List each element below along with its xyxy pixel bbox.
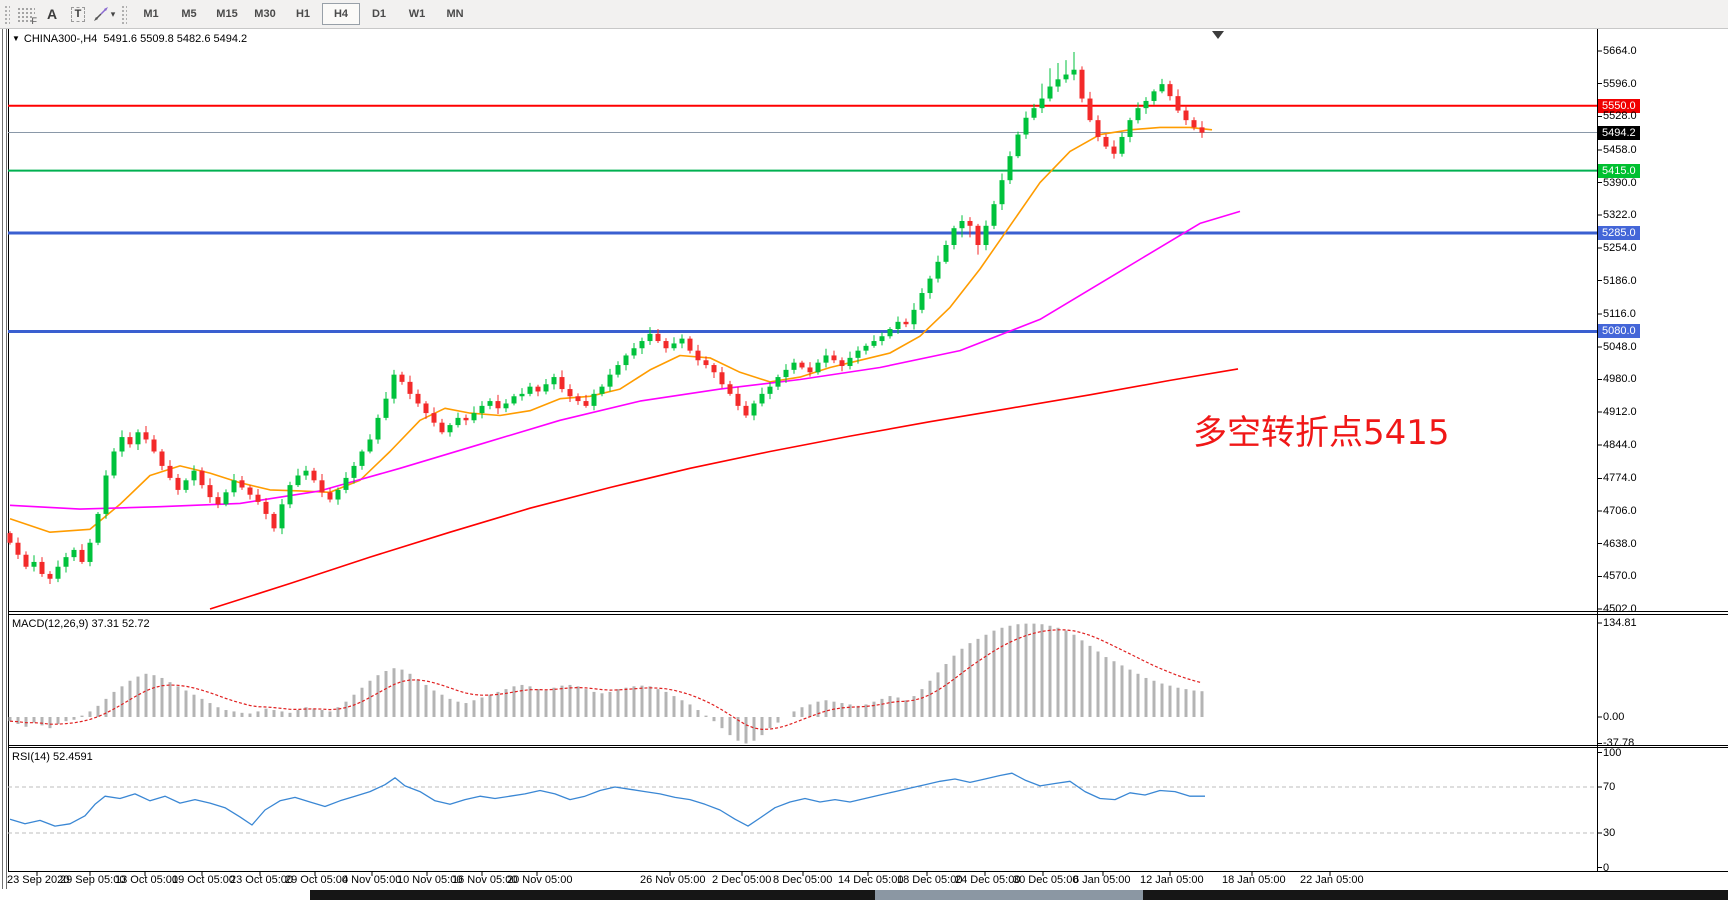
timeframe-button-M30[interactable]: M30: [246, 3, 284, 25]
ma-fast-orange-line: [10, 127, 1212, 532]
price-level-label-5080.0[interactable]: 5080.0: [1598, 324, 1640, 338]
candles-layer: [8, 52, 1205, 584]
rsi-line: [10, 773, 1205, 826]
indicator-grid-icon[interactable]: F: [14, 3, 38, 25]
bottom-bar-segment: [1143, 890, 1728, 900]
chevron-down-icon[interactable]: ▾: [111, 9, 116, 20]
bottom-bar-segment: [0, 890, 310, 900]
macd-histogram: [10, 624, 1202, 744]
toolbar: F A T ▾ M1M5M15M30H1H4D1W1MN: [0, 0, 1728, 29]
macd-signal-line: [10, 630, 1202, 730]
timeframe-button-M1[interactable]: M1: [132, 3, 170, 25]
price-level-label-5415.0[interactable]: 5415.0: [1598, 164, 1640, 178]
grid-icon-letter: F: [32, 16, 38, 26]
bottom-bar-segment: [875, 890, 1143, 900]
timeframe-button-group: M1M5M15M30H1H4D1W1MN: [132, 3, 474, 25]
timeframe-toolbar-handle[interactable]: [120, 4, 127, 24]
ma-slow-red-line: [210, 369, 1238, 609]
price-level-label-5285.0[interactable]: 5285.0: [1598, 226, 1640, 240]
diagonal-arrows-icon: [93, 6, 109, 22]
timeframe-button-MN[interactable]: MN: [436, 3, 474, 25]
timeframe-button-H1[interactable]: H1: [284, 3, 322, 25]
timeframe-button-D1[interactable]: D1: [360, 3, 398, 25]
timeframe-button-H4[interactable]: H4: [322, 3, 360, 25]
chart-style-icon[interactable]: ▾: [92, 3, 116, 25]
timeframe-button-M5[interactable]: M5: [170, 3, 208, 25]
chart-shift-marker-icon[interactable]: [1212, 31, 1224, 39]
text-object-icon[interactable]: T: [66, 3, 90, 25]
mt4-application-window: F A T ▾ M1M5M15M30H1H4D1W1MN ▼CHINA300-,…: [0, 0, 1728, 900]
current-price-label: 5494.2: [1598, 126, 1640, 140]
chart-text-annotation[interactable]: 多空转折点5415: [1193, 405, 1450, 454]
price-level-label-5550.0[interactable]: 5550.0: [1598, 99, 1640, 113]
bottom-bar-segment: [310, 890, 875, 900]
toolbar-drag-handle[interactable]: [3, 4, 10, 24]
text-object-icon-letter: T: [71, 7, 86, 22]
chart-canvas[interactable]: [0, 0, 1728, 900]
timeframe-button-W1[interactable]: W1: [398, 3, 436, 25]
timeframe-button-M15[interactable]: M15: [208, 3, 246, 25]
text-label-icon[interactable]: A: [40, 3, 64, 25]
